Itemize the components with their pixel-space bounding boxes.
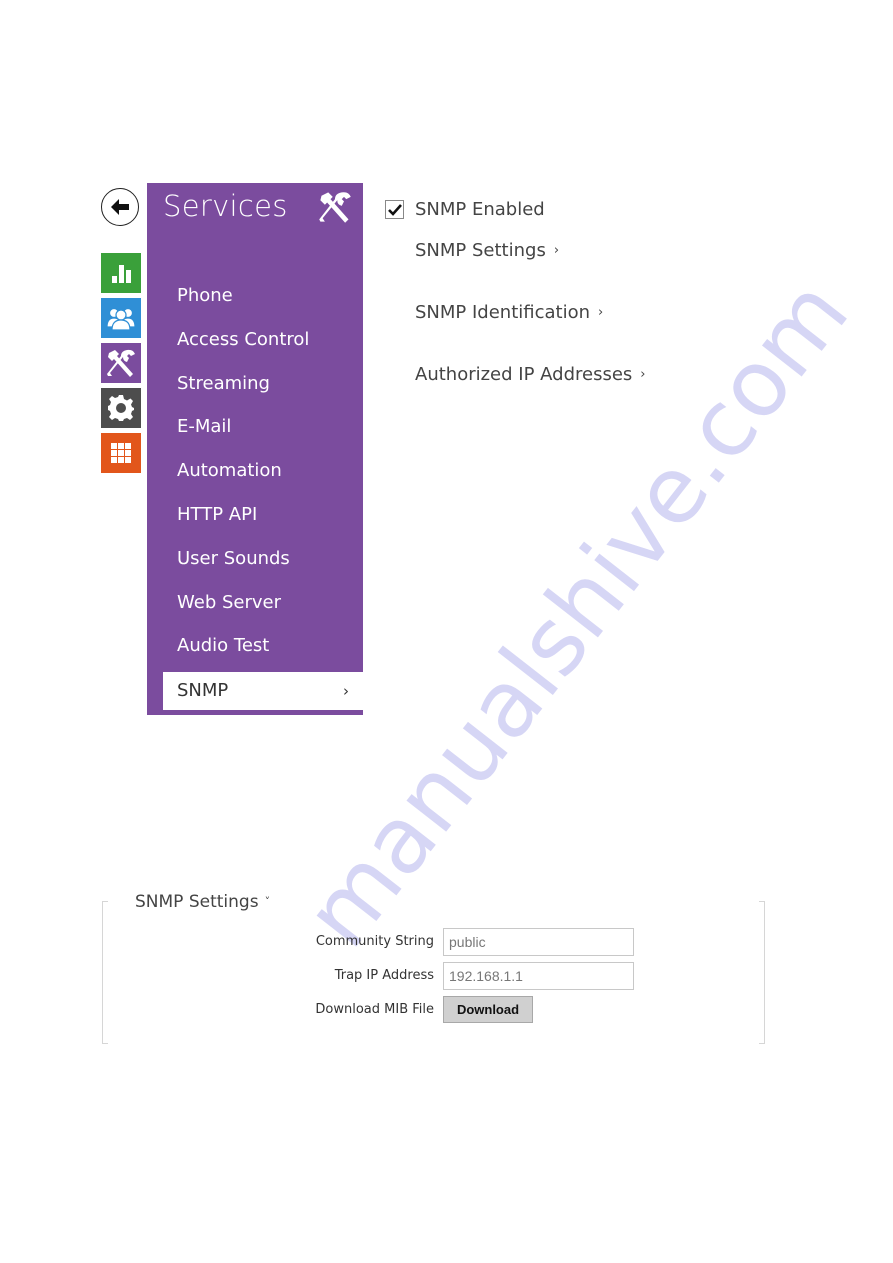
tools-icon (107, 349, 135, 377)
menu-item-automation[interactable]: Automation (147, 451, 363, 495)
section-label: Authorized IP Addresses (415, 364, 633, 385)
snmp-enabled-label: SNMP Enabled (415, 199, 545, 220)
menu-item-user-sounds[interactable]: User Sounds (147, 539, 363, 583)
chevron-down-icon: ˅ (264, 895, 271, 908)
services-panel: Services Phone Access Control Streaming … (147, 183, 363, 715)
panel-title: Services (163, 189, 288, 223)
menu-item-http-api[interactable]: HTTP API (147, 495, 363, 539)
back-button[interactable] (101, 188, 139, 226)
chevron-right-icon: › (640, 367, 646, 382)
settings-title-label: SNMP Settings (135, 892, 259, 912)
community-string-row: Community String (102, 928, 765, 956)
snmp-enabled-checkbox[interactable] (385, 200, 404, 219)
chevron-right-icon: › (343, 682, 349, 700)
bar-chart-icon (112, 265, 131, 283)
menu-item-email[interactable]: E-Mail (147, 407, 363, 451)
community-string-label: Community String (315, 934, 434, 949)
section-snmp-identification[interactable]: SNMP Identification › (415, 302, 603, 323)
arrow-left-icon (111, 199, 129, 215)
chevron-right-icon: › (553, 243, 560, 258)
grid-icon (111, 443, 131, 463)
snmp-settings-panel: SNMP Settings ˅ Community String Trap IP … (102, 892, 765, 1044)
settings-panel-title[interactable]: SNMP Settings ˅ (133, 892, 273, 912)
services-menu: Phone Access Control Streaming E-Mail Au… (147, 276, 363, 670)
nav-status[interactable] (101, 253, 141, 293)
snmp-enabled-toggle[interactable]: SNMP Enabled (385, 199, 545, 220)
download-mib-row: Download MIB File Download (102, 996, 765, 1024)
nav-directory[interactable] (101, 298, 141, 338)
menu-item-phone[interactable]: Phone (147, 276, 363, 320)
tools-icon (319, 192, 351, 223)
menu-item-snmp[interactable]: SNMP › (163, 672, 363, 710)
menu-item-web-server[interactable]: Web Server (147, 583, 363, 627)
users-icon (106, 307, 136, 331)
trap-ip-row: Trap IP Address (102, 962, 765, 990)
section-snmp-settings[interactable]: SNMP Settings › (415, 240, 559, 261)
nav-applications[interactable] (101, 433, 141, 473)
menu-item-audio-test[interactable]: Audio Test (147, 626, 363, 670)
download-mib-label: Download MIB File (315, 1002, 434, 1017)
trap-ip-label: Trap IP Address (334, 968, 434, 983)
menu-item-access-control[interactable]: Access Control (147, 320, 363, 364)
section-label: SNMP Settings (415, 240, 546, 261)
chevron-right-icon: › (598, 305, 604, 320)
menu-item-streaming[interactable]: Streaming (147, 364, 363, 408)
nav-services[interactable] (101, 343, 141, 383)
checkmark-icon (387, 203, 402, 216)
section-authorized-ip-addresses[interactable]: Authorized IP Addresses › (415, 364, 646, 385)
gear-icon (108, 395, 134, 421)
trap-ip-input[interactable] (443, 962, 634, 990)
community-string-input[interactable] (443, 928, 634, 956)
download-button[interactable]: Download (443, 996, 533, 1023)
nav-system[interactable] (101, 388, 141, 428)
menu-item-snmp-label: SNMP (177, 680, 229, 701)
section-label: SNMP Identification (415, 302, 591, 323)
